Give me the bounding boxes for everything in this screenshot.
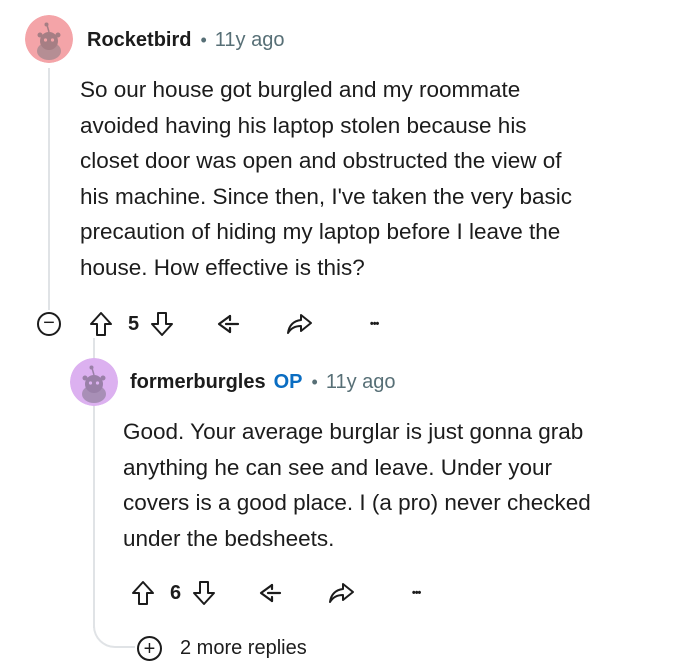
thread-line-curve xyxy=(93,618,135,648)
snoo-avatar-icon xyxy=(70,358,118,406)
reply-line: anything he can see and leave. Under you… xyxy=(123,454,553,480)
author-name[interactable]: formerburgles xyxy=(130,371,266,394)
comment-action-bar: 5 ••• xyxy=(86,309,389,339)
reply-line: covers is a good place. I (a pro) never … xyxy=(123,490,591,516)
downvote-arrow-icon xyxy=(151,312,174,336)
comment-body: So our house got burgled and my roommate… xyxy=(80,72,680,286)
share-arrow-icon xyxy=(287,314,313,334)
collapse-thread-button[interactable]: − xyxy=(37,312,61,336)
minus-icon: − xyxy=(43,312,55,334)
reply-action-bar: 6 ••• xyxy=(128,578,431,608)
share-arrow-icon xyxy=(329,583,355,603)
avatar[interactable] xyxy=(70,358,118,406)
thread-line-reply xyxy=(93,408,95,409)
plus-icon: + xyxy=(137,636,162,661)
comment-meta: Rocketbird • 11y ago xyxy=(87,26,284,54)
reply-body: Good. Your average burglar is just gonna… xyxy=(123,414,693,556)
op-badge: OP xyxy=(273,370,303,393)
share-button[interactable] xyxy=(281,312,317,336)
more-options-button[interactable]: ••• xyxy=(401,587,431,599)
thread-line-main xyxy=(48,68,50,310)
comment-line: his machine. Since then, I've taken the … xyxy=(80,183,573,209)
upvote-arrow-icon xyxy=(132,581,154,605)
share-button[interactable] xyxy=(323,581,359,605)
award-button[interactable] xyxy=(251,580,287,606)
award-icon xyxy=(260,583,282,603)
upvote-arrow-icon xyxy=(90,312,112,336)
author-name[interactable]: Rocketbird xyxy=(87,29,191,52)
comment-line: avoided having his laptop stolen because… xyxy=(80,112,527,138)
meta-separator: • xyxy=(200,29,207,50)
vote-count: 5 xyxy=(128,312,140,335)
upvote-button[interactable] xyxy=(128,580,158,606)
more-options-button[interactable]: ••• xyxy=(359,318,389,330)
comment-line: So our house got burgled and my roommate xyxy=(80,77,521,102)
snoo-avatar-icon xyxy=(25,15,73,63)
comment-line: house. How effective is this? xyxy=(80,254,365,280)
avatar[interactable] xyxy=(25,15,73,63)
award-icon xyxy=(218,314,240,334)
upvote-button[interactable] xyxy=(86,311,116,337)
timestamp[interactable]: 11y ago xyxy=(326,371,396,394)
meta-separator: • xyxy=(311,371,318,392)
comment-line: precaution of hiding my laptop before I … xyxy=(80,219,561,245)
timestamp[interactable]: 11y ago xyxy=(215,29,285,52)
more-dots-icon: ••• xyxy=(411,587,422,599)
award-button[interactable] xyxy=(209,311,245,337)
downvote-arrow-icon xyxy=(193,581,216,605)
comment-line: closet door was open and obstructed the … xyxy=(80,148,562,174)
more-replies-label: 2 more replies xyxy=(180,637,307,659)
vote-count: 6 xyxy=(170,581,182,604)
reply-meta: formerburgles OP • 11y ago xyxy=(130,368,396,396)
reply-line: under the bedsheets. xyxy=(123,525,335,551)
downvote-button[interactable] xyxy=(189,580,219,606)
downvote-button[interactable] xyxy=(147,311,177,337)
reply-line: Good. Your average burglar is just gonna… xyxy=(123,419,584,444)
more-replies-button[interactable]: + 2 more replies xyxy=(137,636,307,661)
more-dots-icon: ••• xyxy=(369,318,380,330)
